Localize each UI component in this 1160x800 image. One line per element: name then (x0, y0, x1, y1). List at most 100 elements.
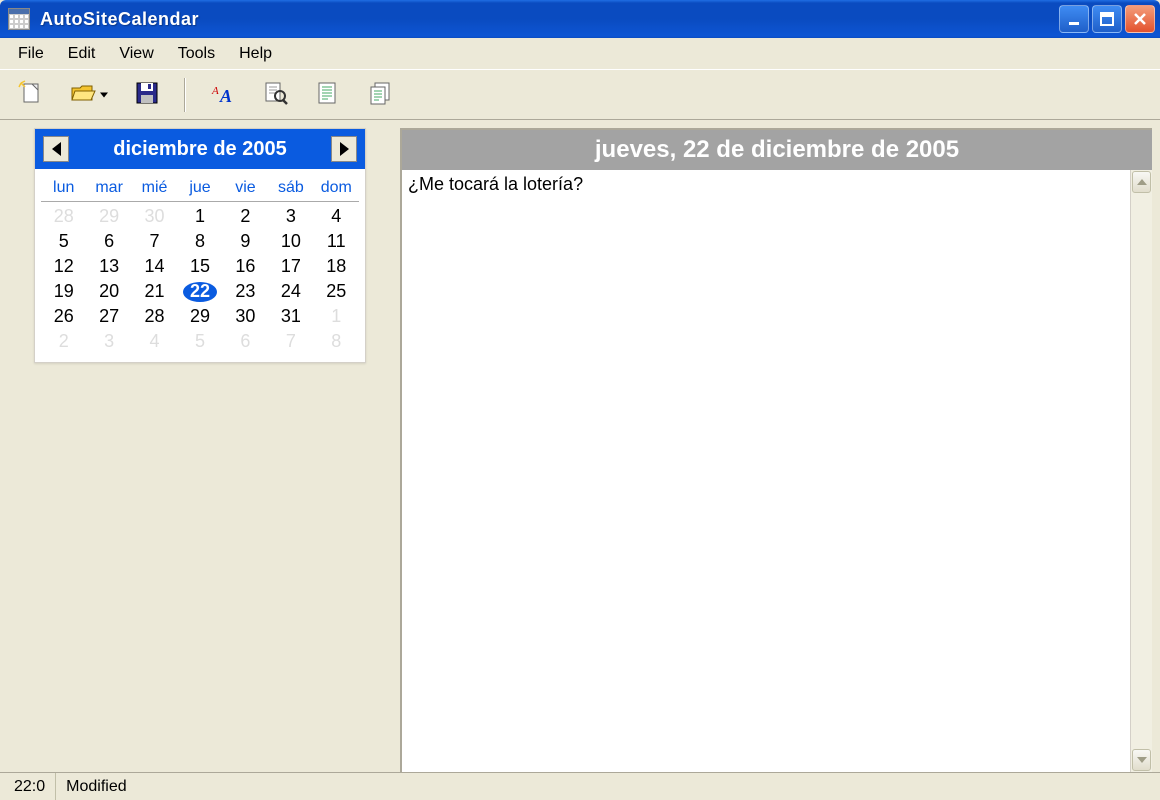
calendar-day[interactable]: 2 (41, 329, 86, 354)
calendar-day[interactable]: 6 (86, 229, 131, 254)
month-calendar: diciembre de 2005 lunmarmiéjueviesábdom 2… (34, 128, 366, 363)
chevron-up-icon (1137, 179, 1147, 185)
open-dropdown-caret-icon (100, 92, 108, 97)
calendar-month-title: diciembre de 2005 (113, 138, 286, 161)
next-month-button[interactable] (331, 136, 357, 162)
new-document-icon (18, 80, 44, 109)
calendar-day[interactable]: 7 (268, 329, 313, 354)
open-button[interactable] (66, 78, 112, 112)
calendar-day[interactable]: 4 (314, 204, 359, 229)
page-setup-button[interactable] (310, 78, 344, 112)
menu-tools[interactable]: Tools (168, 41, 225, 67)
multi-page-button[interactable] (362, 78, 396, 112)
calendar-day[interactable]: 25 (314, 279, 359, 304)
scroll-up-button[interactable] (1132, 171, 1151, 193)
calendar-day[interactable]: 16 (223, 254, 268, 279)
svg-text:A: A (211, 85, 219, 97)
editor-area (402, 170, 1152, 772)
font-style-button[interactable]: AA (206, 78, 240, 112)
preview-button[interactable] (258, 78, 292, 112)
calendar-day[interactable]: 14 (132, 254, 177, 279)
preview-icon (262, 80, 288, 109)
menu-view[interactable]: View (109, 41, 163, 67)
calendar-day[interactable]: 1 (314, 304, 359, 329)
main-area: diciembre de 2005 lunmarmiéjueviesábdom 2… (0, 120, 1160, 772)
calendar-day[interactable]: 23 (223, 279, 268, 304)
close-button[interactable] (1125, 5, 1155, 33)
menu-file[interactable]: File (8, 41, 54, 67)
calendar-day[interactable]: 3 (268, 204, 313, 229)
chevron-left-icon (52, 142, 61, 156)
chevron-down-icon (1137, 757, 1147, 763)
prev-month-button[interactable] (43, 136, 69, 162)
status-modified: Modified (56, 773, 1156, 800)
calendar-day[interactable]: 28 (41, 204, 86, 229)
calendar-day[interactable]: 31 (268, 304, 313, 329)
menu-edit[interactable]: Edit (58, 41, 106, 67)
calendar-day[interactable]: 3 (86, 329, 131, 354)
calendar-dow-header: vie (223, 173, 268, 202)
calendar-dow-header: jue (177, 173, 222, 202)
calendar-day[interactable]: 4 (132, 329, 177, 354)
calendar-day[interactable]: 12 (41, 254, 86, 279)
calendar-app-icon (8, 8, 30, 30)
calendar-day[interactable]: 19 (41, 279, 86, 304)
font-style-icon: AA (210, 80, 236, 109)
calendar-day[interactable]: 9 (223, 229, 268, 254)
calendar-day-selected[interactable]: 22 (177, 279, 222, 304)
calendar-dow-header: dom (314, 173, 359, 202)
calendar-dow-header: mié (132, 173, 177, 202)
calendar-day[interactable]: 5 (41, 229, 86, 254)
calendar-dow-header: lun (41, 173, 86, 202)
calendar-day[interactable]: 30 (132, 204, 177, 229)
calendar-day[interactable]: 5 (177, 329, 222, 354)
calendar-day[interactable]: 11 (314, 229, 359, 254)
page-icon (314, 80, 340, 109)
calendar-day[interactable]: 30 (223, 304, 268, 329)
right-pane: jueves, 22 de diciembre de 2005 (400, 128, 1152, 772)
menu-help[interactable]: Help (229, 41, 282, 67)
calendar-day[interactable]: 20 (86, 279, 131, 304)
calendar-day[interactable]: 8 (314, 329, 359, 354)
calendar-day[interactable]: 18 (314, 254, 359, 279)
calendar-day[interactable]: 6 (223, 329, 268, 354)
new-document-button[interactable] (14, 78, 48, 112)
calendar-day[interactable]: 2 (223, 204, 268, 229)
toolbar: AA (0, 70, 1160, 120)
status-bar: 22:0 Modified (0, 772, 1160, 800)
calendar-day[interactable]: 29 (177, 304, 222, 329)
calendar-day[interactable]: 10 (268, 229, 313, 254)
calendar-dow-header: sáb (268, 173, 313, 202)
calendar-day[interactable]: 7 (132, 229, 177, 254)
calendar-day[interactable]: 27 (86, 304, 131, 329)
toolbar-separator (184, 78, 186, 112)
entry-text-editor[interactable] (402, 170, 1130, 772)
vertical-scrollbar[interactable] (1130, 170, 1152, 772)
title-bar: AutoSiteCalendar (0, 0, 1160, 38)
calendar-day[interactable]: 1 (177, 204, 222, 229)
multi-page-icon (366, 80, 392, 109)
save-button[interactable] (130, 78, 164, 112)
calendar-day[interactable]: 26 (41, 304, 86, 329)
calendar-day[interactable]: 28 (132, 304, 177, 329)
save-floppy-icon (135, 81, 159, 108)
calendar-day[interactable]: 17 (268, 254, 313, 279)
calendar-day[interactable]: 29 (86, 204, 131, 229)
window-title: AutoSiteCalendar (40, 9, 1059, 30)
calendar-day[interactable]: 24 (268, 279, 313, 304)
calendar-dow-header: mar (86, 173, 131, 202)
calendar-day[interactable]: 8 (177, 229, 222, 254)
calendar-day[interactable]: 15 (177, 254, 222, 279)
chevron-right-icon (340, 142, 349, 156)
svg-text:A: A (219, 86, 232, 106)
maximize-button[interactable] (1092, 5, 1122, 33)
menu-bar: File Edit View Tools Help (0, 38, 1160, 70)
status-cursor-pos: 22:0 (4, 773, 56, 800)
left-pane: diciembre de 2005 lunmarmiéjueviesábdom 2… (0, 128, 400, 772)
calendar-header: diciembre de 2005 (35, 129, 365, 169)
calendar-day[interactable]: 13 (86, 254, 131, 279)
minimize-button[interactable] (1059, 5, 1089, 33)
entry-date-header: jueves, 22 de diciembre de 2005 (402, 130, 1152, 170)
scroll-down-button[interactable] (1132, 749, 1151, 771)
calendar-day[interactable]: 21 (132, 279, 177, 304)
